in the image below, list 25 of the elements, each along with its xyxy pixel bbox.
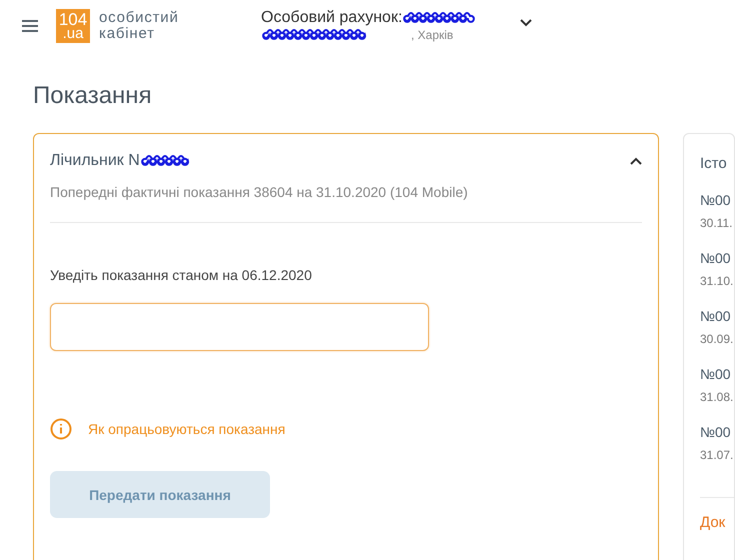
logo-domain: .ua	[62, 26, 84, 40]
history-title: Істо	[700, 155, 728, 172]
history-number[interactable]: №00	[700, 308, 734, 324]
history-date: 30.09.	[700, 332, 734, 346]
reading-input-field[interactable]	[50, 303, 429, 351]
page-title: Показання	[33, 82, 153, 110]
logo-number: 104	[58, 12, 88, 27]
history-number[interactable]: №00	[700, 424, 734, 440]
collapse-chevron-icon[interactable]	[630, 157, 642, 165]
brand-name: особистий кабінет	[99, 10, 180, 42]
input-label: Уведіть показання станом на 06.12.2020	[50, 267, 313, 283]
info-icon	[50, 418, 72, 440]
account-label: Особовий рахунок:	[261, 9, 402, 27]
history-number[interactable]: №00	[700, 250, 734, 266]
history-date: 31.08.	[700, 390, 734, 404]
menu-icon[interactable]	[22, 20, 38, 32]
history-date: 30.11.	[700, 216, 734, 230]
history-date: 31.07.	[700, 448, 734, 462]
account-city: , Харків	[411, 28, 454, 42]
meter-title: Лічильник N	[50, 152, 140, 170]
dropdown-chevron-icon[interactable]	[520, 19, 532, 27]
history-number[interactable]: №00	[700, 192, 734, 208]
previous-reading: Попередні фактичні показання 38604 на 31.10.2020 (104 Mobile)	[50, 184, 642, 223]
history-date: 31.10.	[700, 274, 734, 288]
history-number[interactable]: №00	[700, 366, 734, 382]
